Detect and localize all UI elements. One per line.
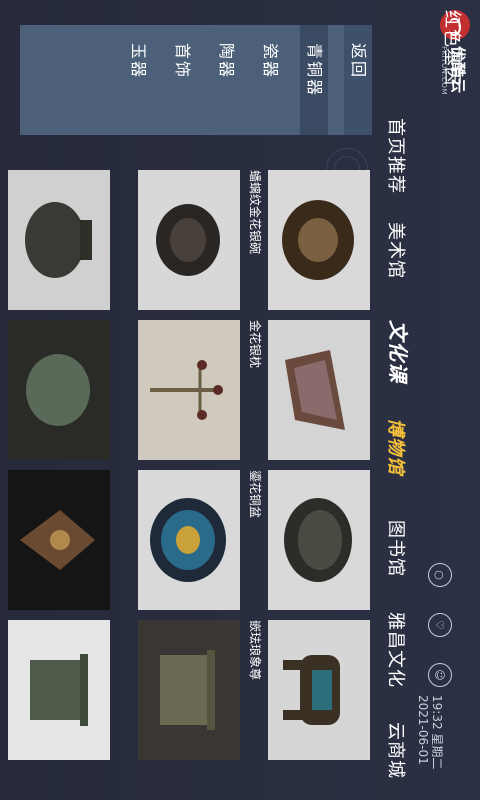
user-icon[interactable]: ☺	[428, 663, 452, 687]
artwork-tile-lamp[interactable]	[138, 320, 240, 460]
nav-item-red-gene[interactable]: 红色基因	[440, 10, 466, 86]
artwork-caption-3: 鎏花铜盆	[248, 470, 262, 519]
clock-date: 2021-06-01	[416, 695, 430, 765]
artwork-tile-bowl[interactable]	[268, 170, 370, 310]
top-bar: 优酷云 FKIYUN.COM 红色基因 首页推荐 美术馆 文化课 博物馆 图书馆…	[380, 0, 480, 800]
artwork-tile-elephant[interactable]	[268, 620, 370, 760]
category-item-pottery[interactable]: 陶器	[212, 25, 240, 135]
category-item-porcelain[interactable]: 瓷器	[256, 25, 284, 135]
nav-item-artron[interactable]: 雅昌文化	[384, 612, 410, 688]
artwork-tile-square-vessel[interactable]	[8, 620, 110, 760]
nav-item-museum[interactable]: 博物馆	[384, 418, 410, 475]
landscape-stage: 优酷云 FKIYUN.COM 红色基因 首页推荐 美术馆 文化课 博物馆 图书馆…	[0, 0, 480, 800]
category-item-bronze[interactable]: 青铜器	[300, 25, 328, 135]
artwork-caption-4: 嵌珐琅象尊	[248, 620, 262, 681]
nav-item-mall[interactable]: 云商城	[384, 722, 410, 779]
nav-item-art-gallery[interactable]: 美术馆	[384, 222, 410, 279]
artwork-tile-pillow[interactable]	[268, 320, 370, 460]
nav-item-library[interactable]: 图书馆	[384, 520, 410, 577]
artwork-tile-plate[interactable]	[138, 470, 240, 610]
artwork-tile-gui-vessel[interactable]	[138, 620, 240, 760]
artwork-tile-mirror[interactable]	[138, 170, 240, 310]
artwork-tile-bronze-pot[interactable]	[8, 320, 110, 460]
heart-icon[interactable]: ♡	[428, 613, 452, 637]
artwork-tile-censer[interactable]	[8, 470, 110, 610]
nav-item-culture-class[interactable]: 文化课	[385, 320, 414, 383]
artwork-caption-2: 金花银枕	[248, 320, 262, 369]
category-panel: 返回 青铜器 瓷器 陶器 首饰 玉器	[20, 25, 372, 135]
artwork-tile-bronze-jar[interactable]	[8, 170, 110, 310]
artwork-caption-1: 蟠螭纹金花银碗	[248, 170, 262, 255]
back-button[interactable]: 返回	[344, 25, 372, 135]
category-item-jewelry[interactable]: 首饰	[168, 25, 196, 135]
clock-time: 19:32 星期二	[430, 695, 444, 770]
artwork-tile-basin[interactable]	[268, 470, 370, 610]
category-item-jade[interactable]: 玉器	[124, 25, 152, 135]
nav-item-home[interactable]: 首页推荐	[384, 118, 410, 194]
search-icon[interactable]: ○	[428, 563, 452, 587]
